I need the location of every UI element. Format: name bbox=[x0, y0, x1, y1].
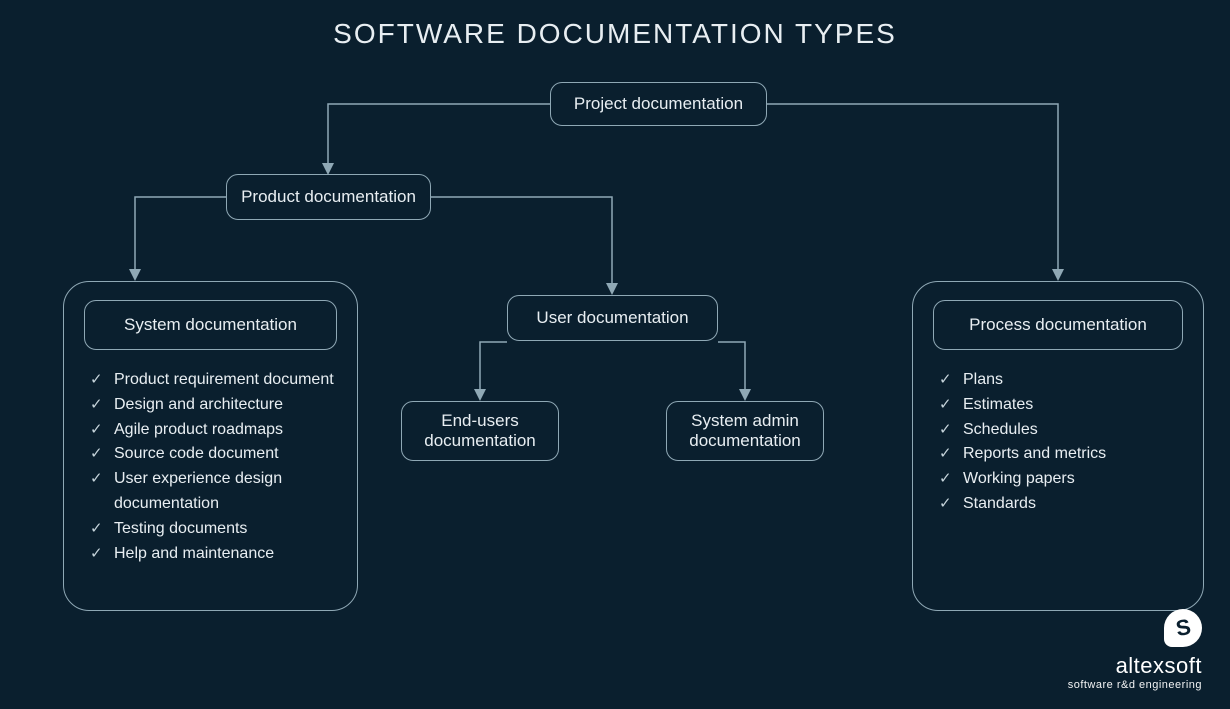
list-item: Standards bbox=[937, 492, 1183, 517]
list-item: Product requirement document bbox=[88, 368, 337, 393]
process-items-list: Plans Estimates Schedules Reports and me… bbox=[933, 368, 1183, 517]
list-item: Source code document bbox=[88, 442, 337, 467]
list-item: Schedules bbox=[937, 418, 1183, 443]
panel-title-process: Process documentation bbox=[933, 300, 1183, 350]
logo-brand-text: altexsoft bbox=[1068, 653, 1202, 679]
node-system-admin-documentation: System admin documentation bbox=[666, 401, 824, 461]
list-item: Help and maintenance bbox=[88, 542, 337, 567]
node-user-documentation: User documentation bbox=[507, 295, 718, 341]
list-item: Testing documents bbox=[88, 517, 337, 542]
logo-bubble-icon: S bbox=[1164, 609, 1202, 647]
system-items-list: Product requirement document Design and … bbox=[84, 368, 337, 566]
list-item: Estimates bbox=[937, 393, 1183, 418]
list-item: Plans bbox=[937, 368, 1183, 393]
node-end-users-documentation: End-users documentation bbox=[401, 401, 559, 461]
node-product-documentation: Product documentation bbox=[226, 174, 431, 220]
list-item: Agile product roadmaps bbox=[88, 418, 337, 443]
list-item: Design and architecture bbox=[88, 393, 337, 418]
altexsoft-logo: S altexsoft software r&d engineering bbox=[1068, 609, 1202, 691]
list-item: Reports and metrics bbox=[937, 442, 1183, 467]
panel-process-documentation: Process documentation Plans Estimates Sc… bbox=[912, 281, 1204, 611]
list-item: Working papers bbox=[937, 467, 1183, 492]
panel-title-system: System documentation bbox=[84, 300, 337, 350]
list-item: User experience design documentation bbox=[88, 467, 337, 517]
panel-system-documentation: System documentation Product requirement… bbox=[63, 281, 358, 611]
logo-mark: S bbox=[1174, 614, 1193, 642]
node-project-documentation: Project documentation bbox=[550, 82, 767, 126]
logo-tagline: software r&d engineering bbox=[1068, 679, 1202, 691]
diagram-title: SOFTWARE DOCUMENTATION TYPES bbox=[0, 0, 1230, 50]
